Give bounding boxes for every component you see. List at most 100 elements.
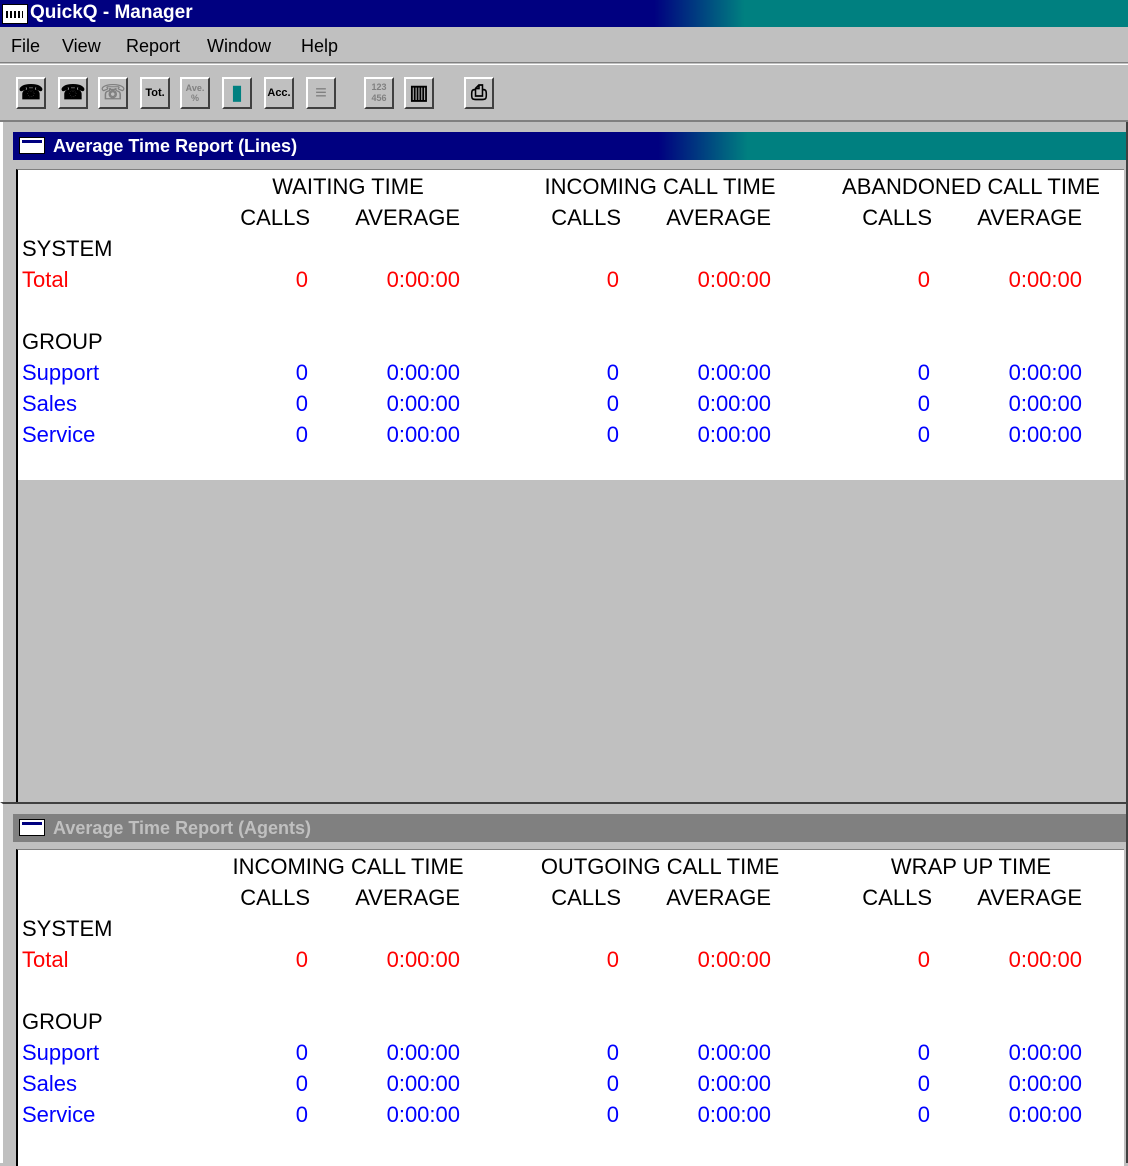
column-header-average: AVERAGE [977,885,1082,910]
table-cell: 0:00:00 [1008,360,1082,385]
menu-view[interactable]: View [62,36,101,57]
battery-button[interactable]: ▮ [222,77,252,109]
totals-button[interactable]: Tot. [140,77,170,109]
phone-stats-icon: ☏ [100,82,126,104]
total-cell: 0 [295,947,308,972]
total-cell: 0 [917,267,930,292]
table-cell: 0:00:00 [697,391,771,416]
column-header-average: AVERAGE [355,205,460,230]
section-label-group: GROUP [22,329,103,354]
table-cell: 0:00:00 [1008,422,1082,447]
menu-file[interactable]: File [11,36,40,57]
table-cell: 0:00:00 [386,391,460,416]
accumulate-button[interactable]: Acc. [264,77,294,109]
table-cell: 0:00:00 [386,1071,460,1096]
table-cell: 0:00:00 [697,360,771,385]
table-cell: 0:00:00 [697,1040,771,1065]
total-cell: 0:00:00 [386,267,460,292]
phone-stats-button[interactable]: ☏ [98,77,128,109]
table-cell: 0 [606,1071,619,1096]
table-cell: 0 [295,360,308,385]
toolbar: ☎ ☎ ☏ Tot. Ave. % ▮ Acc. ≡ 123 456 ▥ ⎙ [0,64,1128,122]
column-header-average: AVERAGE [355,885,460,910]
agents-report-body: INCOMING CALL TIME OUTGOING CALL TIME WR… [16,849,1124,1166]
table-cell: 0 [606,422,619,447]
table-cell: 0 [295,1040,308,1065]
table-cell: 0 [917,422,930,447]
table-cell: 0:00:00 [1008,391,1082,416]
agents-report-title: Average Time Report (Agents) [53,818,312,838]
total-cell: 0:00:00 [697,947,771,972]
table-cell: 0 [295,1102,308,1127]
phone-button[interactable]: ☎ [16,77,46,109]
group-header: WAITING TIME [272,174,424,199]
phone-agents-button[interactable]: ☎ [58,77,88,109]
table-cell: 0:00:00 [386,1040,460,1065]
lines-report-window: Average Time Report (Lines) WAITING TIME… [0,122,1128,802]
table-cell: 0:00:00 [1008,1102,1082,1127]
battery-icon: ▮ [231,82,243,104]
total-cell: 0 [606,947,619,972]
menu-report[interactable]: Report [126,36,180,57]
table-cell: 0 [295,391,308,416]
table-cell: 0 [917,1102,930,1127]
phone-agents-icon: ☎ [60,82,86,104]
column-header-calls: CALLS [862,885,932,910]
total-cell: 0 [606,267,619,292]
bar-chart-icon: ▥ [409,82,429,104]
table-cell: 0:00:00 [697,422,771,447]
app-title: QuickQ - Manager [30,2,193,23]
column-header-calls: CALLS [551,885,621,910]
table-cell: 0:00:00 [386,1102,460,1127]
table-cell: 0 [917,360,930,385]
table-cell: 0 [606,1102,619,1127]
table-cell: 0:00:00 [697,1102,771,1127]
column-header-average: AVERAGE [666,885,771,910]
section-label-system: SYSTEM [22,916,113,941]
app-titlebar[interactable]: QuickQ - Manager [0,0,1128,27]
row-label-support: Support [22,360,100,385]
group-header: ABANDONED CALL TIME [842,174,1100,199]
phone-icon: ☎ [18,82,44,104]
column-header-average: AVERAGE [666,205,771,230]
agents-report-window: Average Time Report (Agents) INCOMING CA… [0,802,1128,1166]
group-header: WRAP UP TIME [890,854,1052,879]
table-cell: 0:00:00 [386,360,460,385]
table-cell: 0 [606,1040,619,1065]
average-percent-button[interactable]: Ave. % [180,77,210,109]
numeric-view-button[interactable]: 123 456 [364,77,394,109]
app-icon[interactable] [2,4,28,24]
window-menu-icon[interactable] [19,137,45,154]
column-header-average: AVERAGE [977,205,1082,230]
total-cell: 0 [917,947,930,972]
traffic-light-button[interactable]: ≡ [306,77,336,109]
table-cell: 0 [606,391,619,416]
total-cell: 0:00:00 [1008,947,1082,972]
menu-window[interactable]: Window [207,36,271,57]
table-cell: 0 [917,1040,930,1065]
row-label-service: Service [22,422,96,447]
agents-report-titlebar[interactable]: Average Time Report (Agents) [13,814,1126,842]
row-label-sales: Sales [22,1071,78,1096]
menu-help[interactable]: Help [301,36,338,57]
row-label-service: Service [22,1102,96,1127]
row-label-support: Support [22,1040,100,1065]
table-cell: 0:00:00 [386,422,460,447]
table-cell: 0:00:00 [1008,1071,1082,1096]
total-cell: 0 [295,267,308,292]
group-header: INCOMING CALL TIME [544,174,776,199]
menu-bar: File View Report Window Help [0,30,1128,63]
total-cell: 0:00:00 [386,947,460,972]
traffic-light-icon: ≡ [315,82,327,104]
bar-chart-button[interactable]: ▥ [404,77,434,109]
table-cell: 0:00:00 [1008,1040,1082,1065]
total-cell: 0:00:00 [697,267,771,292]
total-cell: 0:00:00 [1008,267,1082,292]
section-label-system: SYSTEM [22,236,113,261]
table-cell: 0 [295,1071,308,1096]
table-cell: 0 [295,422,308,447]
window-menu-icon[interactable] [19,819,45,836]
lines-report-titlebar[interactable]: Average Time Report (Lines) [13,132,1126,160]
print-button[interactable]: ⎙ [464,77,494,109]
table-cell: 0:00:00 [697,1071,771,1096]
